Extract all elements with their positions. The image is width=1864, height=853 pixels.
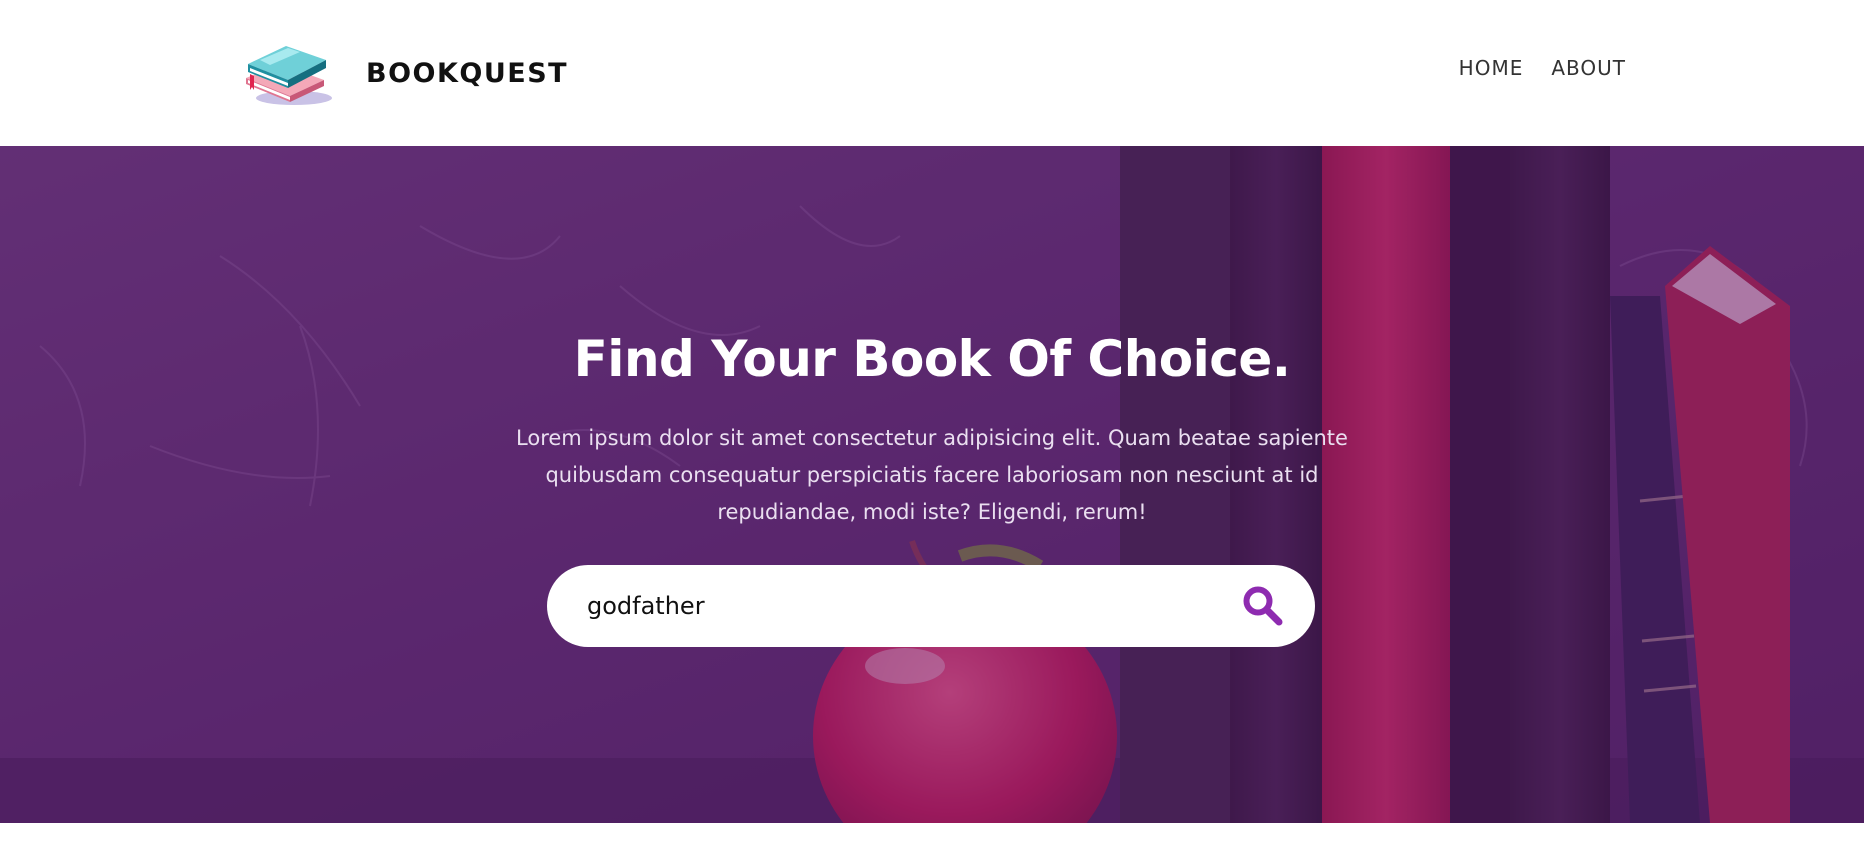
navbar: BOOKQUEST HOME ABOUT (0, 0, 1864, 146)
page-bottom (0, 823, 1864, 853)
search-icon[interactable] (1241, 584, 1285, 628)
brand-name: BOOKQUEST (366, 57, 569, 89)
nav-link-about[interactable]: ABOUT (1551, 56, 1626, 80)
search-box (547, 565, 1315, 647)
search-input[interactable] (587, 584, 1207, 628)
main-nav: HOME ABOUT (1459, 56, 1626, 80)
hero-section: Find Your Book Of Choice. Lorem ipsum do… (0, 146, 1864, 823)
brand[interactable]: BOOKQUEST (240, 38, 568, 108)
hero-content: Find Your Book Of Choice. Lorem ipsum do… (0, 146, 1864, 823)
book-logo-icon (246, 46, 332, 105)
nav-link-home[interactable]: HOME (1459, 56, 1524, 80)
hero-description: Lorem ipsum dolor sit amet consectetur a… (516, 426, 1348, 524)
hero-title: Find Your Book Of Choice. (573, 330, 1291, 388)
